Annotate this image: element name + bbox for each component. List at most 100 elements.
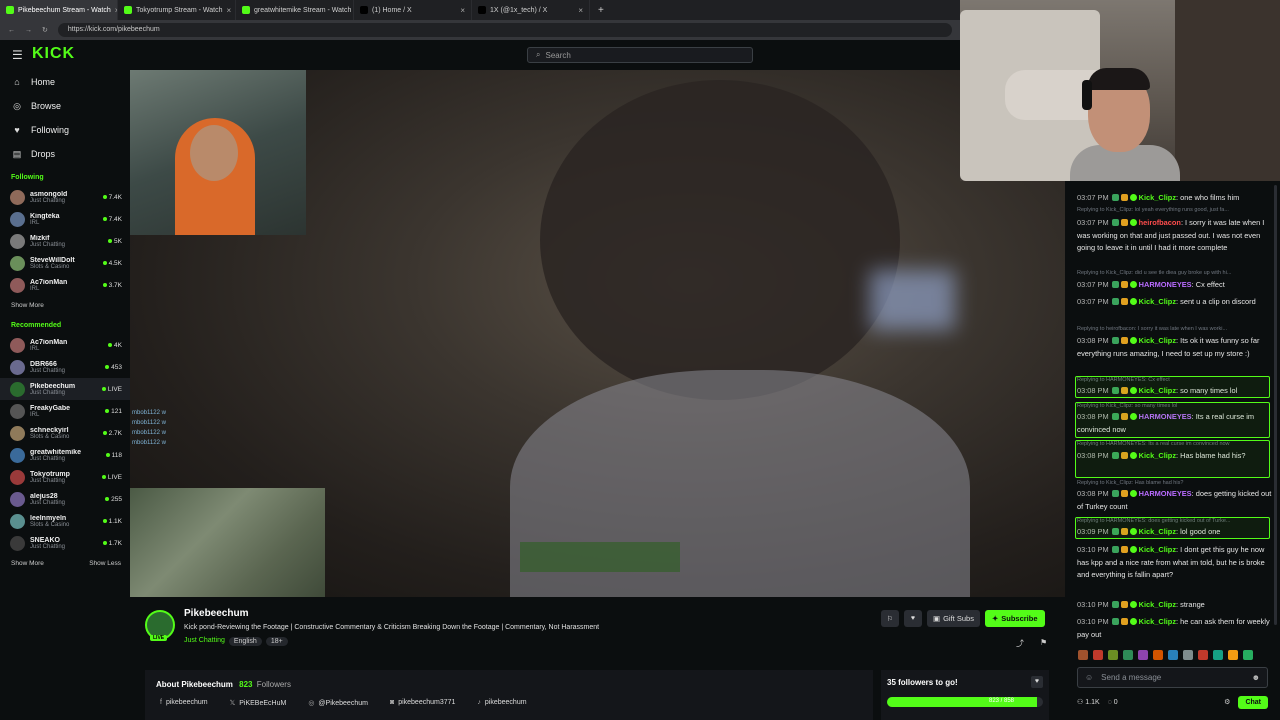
channel-item[interactable]: schneckyirl Slots & Casino 2.7K <box>0 422 130 444</box>
streamer-name[interactable]: Pikebeechum <box>184 608 248 619</box>
emote-icon[interactable] <box>1108 650 1118 660</box>
report-icon[interactable]: ⚑ <box>1040 638 1047 647</box>
reply-context[interactable]: Replying to Kick_Clipz: lol yeah everyth… <box>1077 207 1272 213</box>
back-icon[interactable]: ← <box>8 27 15 34</box>
channel-item[interactable]: Ac7ionMan IRL 4K <box>0 334 130 356</box>
tab-close-icon[interactable]: × <box>460 6 465 15</box>
notification-bell-button[interactable]: ⚐ <box>881 610 899 627</box>
following-show-more[interactable]: Show More <box>11 302 44 309</box>
emoji-picker-icon[interactable]: ☻ <box>1252 673 1260 682</box>
chat-message[interactable]: 03:10 PM Kick_Clipz: he can ask them for … <box>1077 616 1272 641</box>
show-less-button[interactable]: Show Less <box>89 560 121 567</box>
reply-context[interactable]: Replying to Kick_Clipz: did u see tle di… <box>1077 270 1272 276</box>
share-icon[interactable]: ⤴ <box>1016 638 1024 649</box>
tab-close-icon[interactable]: × <box>578 6 583 15</box>
chat-message[interactable]: 03:08 PM Kick_Clipz: Its ok it was funny … <box>1077 335 1272 360</box>
chat-username[interactable]: Kick_Clipz <box>1139 617 1176 626</box>
channel-item[interactable]: alejus28 Just Chatting 255 <box>0 488 130 510</box>
social-link[interactable]: ◙ pikebeechum3771 <box>390 699 455 707</box>
smiley-icon[interactable]: ☺ <box>1085 673 1093 682</box>
gear-icon[interactable]: ⚙ <box>1224 698 1230 706</box>
chat-message[interactable]: 03:07 PM Kick_Clipz: one who films him <box>1077 192 1272 205</box>
social-links: f pikebeechum 𝕏 PiKEBeEcHuM ◎ @Pikebeechum ◙ pi… <box>160 699 527 707</box>
points[interactable]: ◌ 0 <box>1108 699 1118 706</box>
emote-icon[interactable] <box>1168 650 1178 660</box>
emote-icon[interactable] <box>1243 650 1253 660</box>
avatar <box>10 469 25 485</box>
subscribe-button[interactable]: ✦ Subscribe <box>984 610 1045 627</box>
browser-tab[interactable]: (1) Home / X × <box>354 0 472 20</box>
channel-item[interactable]: SNEAKO Just Chatting 1.7K <box>0 532 130 554</box>
browser-tab[interactable]: greatwhitemike Stream - Watch× <box>236 0 354 20</box>
new-tab-icon[interactable]: + <box>590 5 612 16</box>
follow-button[interactable]: ♥ <box>904 610 922 627</box>
channel-item[interactable]: Kingteka IRL 7.4K <box>0 208 130 230</box>
social-link[interactable]: ◎ @Pikebeechum <box>308 699 368 707</box>
channel-item[interactable]: FreakyGabe IRL 121 <box>0 400 130 422</box>
avatar <box>10 403 25 419</box>
chat-username[interactable]: Kick_Clipz <box>1139 545 1176 554</box>
stream-category[interactable]: Just Chatting <box>184 637 225 646</box>
menu-icon[interactable]: ☰ <box>12 48 24 62</box>
sidebar-item-home[interactable]: ⌂ Home <box>0 70 130 94</box>
forward-icon[interactable]: → <box>25 27 32 34</box>
emote-icon[interactable] <box>1183 650 1193 660</box>
reply-context[interactable]: Replying to Kick_Clipz: Has blame had hi… <box>1077 480 1272 486</box>
emote-icon[interactable] <box>1093 650 1103 660</box>
emote-icon[interactable] <box>1153 650 1163 660</box>
chat-username[interactable]: heirofbacon <box>1139 218 1181 227</box>
search-input[interactable]: ⌕ Search <box>527 47 753 63</box>
emote-icon[interactable] <box>1213 650 1223 660</box>
chat-username[interactable]: Kick_Clipz <box>1139 193 1176 202</box>
chat-scrollbar[interactable] <box>1274 185 1277 625</box>
chat-send-button[interactable]: Chat <box>1238 695 1268 709</box>
channel-item[interactable]: Tokyotrump Just Chatting LIVE <box>0 466 130 488</box>
chat-username[interactable]: Kick_Clipz <box>1139 600 1176 609</box>
sidebar-item-following[interactable]: ♥ Following <box>0 118 130 142</box>
channel-item[interactable]: asmongold Just Chatting 7.4K <box>0 186 130 208</box>
browser-tab[interactable]: Tokyotrump Stream - Watch × <box>118 0 236 20</box>
channel-item[interactable]: leelnmyeln Slots & Casino 1.1K <box>0 510 130 532</box>
social-link[interactable]: 𝕏 PiKEBeEcHuM <box>230 699 287 707</box>
reply-context[interactable]: Replying to heirofbacon: I sorry it was … <box>1077 326 1272 332</box>
kick-logo[interactable]: KICK <box>32 45 75 63</box>
sidebar-item-browse[interactable]: ◎ Browse <box>0 94 130 118</box>
channel-item[interactable]: Pikebeechum Just Chatting LIVE <box>0 378 130 400</box>
emote-icon[interactable] <box>1078 650 1088 660</box>
chat-username[interactable]: HARMONEYES <box>1139 489 1192 498</box>
chat-username[interactable]: Kick_Clipz <box>1139 336 1176 345</box>
chat-message[interactable]: 03:07 PM HARMONEYES: Cx effect <box>1077 279 1272 292</box>
tag-language[interactable]: English <box>228 637 262 646</box>
gift-subs-button[interactable]: ▣ Gift Subs <box>927 610 980 627</box>
channel-item[interactable]: Mizkif Just Chatting 5K <box>0 230 130 252</box>
channel-item[interactable]: DBR666 Just Chatting 453 <box>0 356 130 378</box>
channel-item[interactable]: greatwhitemike Just Chatting 118 <box>0 444 130 466</box>
chat-message[interactable]: 03:08 PM HARMONEYES: does getting kicked … <box>1077 488 1272 513</box>
follow-goal-heart-icon[interactable]: ♥ <box>1031 676 1043 688</box>
show-more-button[interactable]: Show More <box>11 560 44 567</box>
browser-tab[interactable]: Pikebeechum Stream - Watch× <box>0 0 118 20</box>
chat-input[interactable]: ☺ Send a message ☻ <box>1077 667 1268 688</box>
emote-icon[interactable] <box>1198 650 1208 660</box>
emote-icon[interactable] <box>1228 650 1238 660</box>
chat-username[interactable]: Kick_Clipz <box>1139 297 1176 306</box>
chat-username[interactable]: HARMONEYES <box>1139 280 1192 289</box>
url-field[interactable]: https://kick.com/pikebeechum <box>57 23 952 37</box>
video-player[interactable]: mbob1122 w mbob1122 w mbob1122 w mbob1122 w <box>130 70 1065 597</box>
chat-message[interactable]: 03:07 PM heirofbacon: I sorry it was late… <box>1077 217 1272 255</box>
social-link[interactable]: f pikebeechum <box>160 699 208 707</box>
emote-icon[interactable] <box>1138 650 1148 660</box>
channel-item[interactable]: SteveWillDoIt Slots & Casino 4.5K <box>0 252 130 274</box>
emote-icon[interactable] <box>1123 650 1133 660</box>
chat-message[interactable]: 03:07 PM Kick_Clipz: sent u a clip on dis… <box>1077 296 1272 309</box>
channel-item[interactable]: Ac7ionMan IRL 3.7K <box>0 274 130 296</box>
chat-message[interactable]: 03:10 PM Kick_Clipz: strange <box>1077 599 1272 612</box>
chat-message[interactable]: 03:10 PM Kick_Clipz: I dont get this guy … <box>1077 544 1272 582</box>
compass-icon: ◎ <box>13 100 21 111</box>
social-link[interactable]: ♪ pikebeechum <box>477 699 526 707</box>
sidebar-item-drops[interactable]: ▤ Drops <box>0 142 130 166</box>
browser-tab[interactable]: 1X (@1x_tech) / X × <box>472 0 590 20</box>
tag-age[interactable]: 18+ <box>265 637 288 646</box>
tab-close-icon[interactable]: × <box>227 6 232 15</box>
reload-icon[interactable]: ↻ <box>42 26 48 34</box>
